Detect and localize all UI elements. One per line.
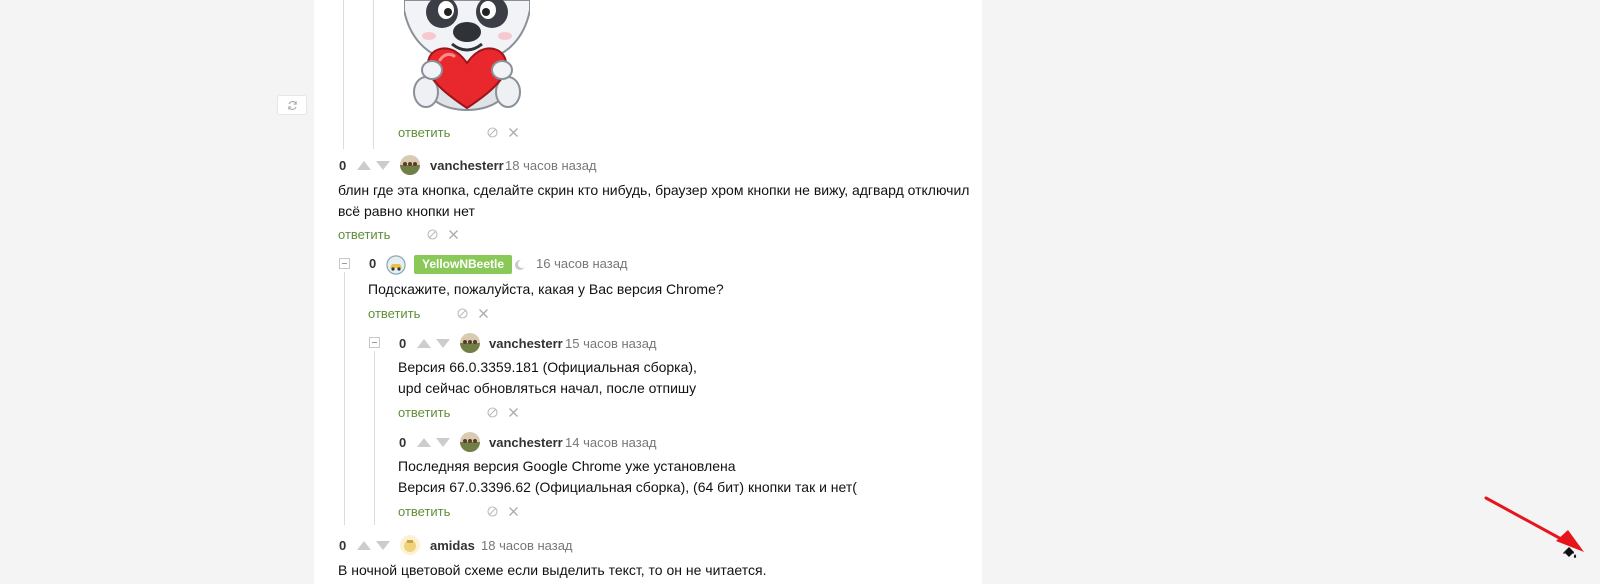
avatar[interactable] [386, 255, 406, 275]
thread-line [343, 0, 344, 149]
thread-line [374, 351, 375, 525]
comment-line: блин где эта кнопка, сделайте скрин кто … [338, 182, 970, 198]
close-icon[interactable] [478, 308, 489, 319]
block-icon[interactable] [487, 407, 498, 418]
comment-score: 0 [339, 158, 347, 173]
reply-button[interactable]: ответить [398, 125, 450, 140]
vote-up-icon[interactable] [357, 541, 371, 550]
comment-line: Версия 66.0.3359.181 (Официальная сборка… [398, 359, 697, 375]
vote-up-icon[interactable] [357, 161, 371, 170]
close-icon[interactable] [448, 229, 459, 240]
comment-score: 0 [399, 336, 407, 351]
close-icon[interactable] [508, 127, 519, 138]
comment-time[interactable]: 18 часов назад [505, 158, 597, 173]
comment-score: 0 [339, 538, 347, 553]
collapse-thread-button[interactable] [339, 258, 350, 269]
close-icon[interactable] [508, 506, 519, 517]
avatar[interactable] [400, 535, 420, 555]
vote-down-icon[interactable] [436, 339, 450, 348]
reply-button[interactable]: ответить [368, 306, 420, 321]
reply-button[interactable]: ответить [338, 227, 390, 242]
moon-icon [515, 260, 526, 270]
refresh-comments-button[interactable] [277, 95, 307, 115]
reply-button[interactable]: ответить [398, 504, 450, 519]
comment-line: Подскажите, пожалуйста, какая у Вас верс… [368, 281, 724, 297]
comment-line: upd сейчас обновляться начал, после отпи… [398, 380, 697, 396]
vote-down-icon[interactable] [376, 541, 390, 550]
comment-line: Последняя версия Google Chrome уже устан… [398, 458, 736, 474]
comment-text: Последняя версия Google Chrome уже устан… [398, 456, 857, 498]
comment-line: Версия 67.0.3396.62 (Официальная сборка)… [398, 479, 857, 495]
thread-line [344, 272, 345, 525]
avatar[interactable] [460, 432, 480, 452]
block-icon[interactable] [487, 127, 498, 138]
author-badge[interactable]: YellowNBeetle [414, 255, 513, 274]
vote-down-icon[interactable] [436, 438, 450, 447]
block-icon[interactable] [427, 229, 438, 240]
vote-up-icon[interactable] [417, 438, 431, 447]
thread-line [373, 0, 374, 149]
vote-down-icon[interactable] [376, 161, 390, 170]
comment-time[interactable]: 18 часов назад [481, 538, 573, 553]
paint-bucket-icon[interactable] [1561, 545, 1577, 561]
vote-up-icon[interactable] [417, 339, 431, 348]
comment-line: всё равно кнопки нет [338, 203, 475, 219]
comment-text: В ночной цветовой схеме если выделить те… [338, 560, 766, 581]
comment-text: Версия 66.0.3359.181 (Официальная сборка… [398, 357, 697, 399]
avatar[interactable] [460, 333, 480, 353]
comment-time[interactable]: 15 часов назад [565, 336, 657, 351]
comment-author[interactable]: amidas [430, 538, 475, 553]
comment-time[interactable]: 16 часов назад [536, 256, 628, 271]
block-icon[interactable] [487, 506, 498, 517]
comment-author[interactable]: vanchesterr [489, 336, 563, 351]
close-icon[interactable] [508, 407, 519, 418]
comment-score: 0 [399, 435, 407, 450]
reply-button[interactable]: ответить [398, 405, 450, 420]
collapse-thread-button[interactable] [369, 337, 380, 348]
refresh-icon [287, 100, 297, 110]
comment-text: блин где эта кнопка, сделайте скрин кто … [338, 180, 969, 222]
comment-author[interactable]: vanchesterr [489, 435, 563, 450]
comment-score: 0 [369, 256, 377, 271]
comment-author[interactable]: vanchesterr [430, 158, 504, 173]
comment-text: Подскажите, пожалуйста, какая у Вас верс… [368, 279, 724, 300]
bear-sticker-image [404, 0, 530, 111]
comment-line: В ночной цветовой схеме если выделить те… [338, 562, 767, 578]
avatar[interactable] [400, 155, 420, 175]
block-icon[interactable] [457, 308, 468, 319]
comment-time[interactable]: 14 часов назад [565, 435, 657, 450]
